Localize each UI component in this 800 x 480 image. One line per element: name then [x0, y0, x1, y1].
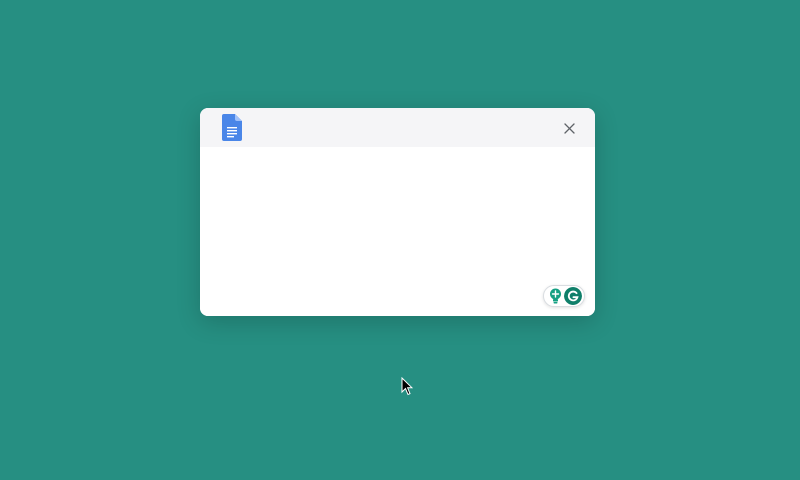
google-docs-icon	[222, 114, 242, 141]
dialog-header	[200, 108, 595, 147]
desktop-background	[0, 0, 800, 480]
mouse-pointer-icon	[401, 377, 413, 396]
document-text-area[interactable]	[200, 147, 595, 316]
close-button[interactable]	[559, 118, 579, 138]
lightbulb-icon[interactable]	[549, 288, 562, 304]
document-dialog	[200, 108, 595, 316]
grammarly-g-icon[interactable]	[564, 287, 582, 305]
grammarly-widget[interactable]	[543, 285, 585, 307]
close-icon	[563, 122, 575, 134]
